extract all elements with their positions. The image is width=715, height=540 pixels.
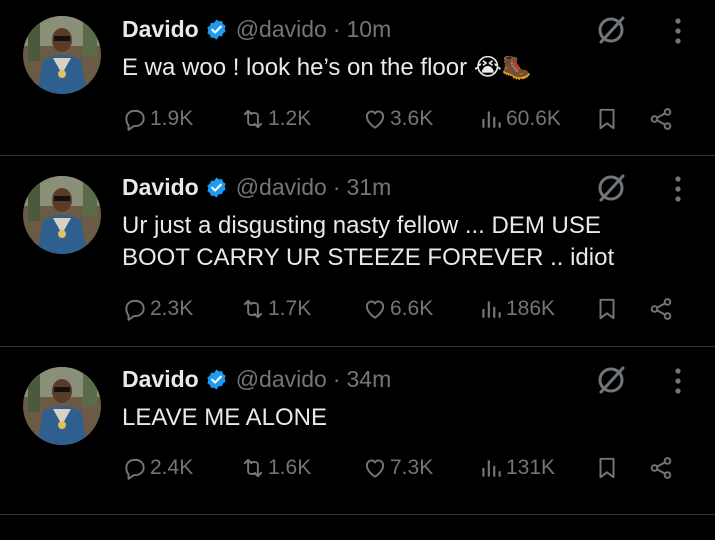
- retweet-button[interactable]: 1.2K: [240, 104, 311, 134]
- retweet-count: 1.7K: [268, 297, 312, 320]
- reply-icon: [125, 109, 145, 131]
- like-count: 3.6K: [390, 107, 434, 130]
- more-icon[interactable]: [668, 16, 688, 46]
- avatar[interactable]: [23, 176, 101, 254]
- separator-dot: ·: [332, 15, 341, 42]
- bookmark-button[interactable]: [594, 104, 620, 134]
- handle[interactable]: @davido: [236, 174, 327, 201]
- grok-icon[interactable]: [595, 364, 627, 396]
- more-icon[interactable]: [668, 174, 688, 204]
- retweet-button[interactable]: 1.6K: [240, 453, 311, 483]
- tweet[interactable]: Davido @davido · 10m E wa woo ! look he’…: [0, 0, 715, 155]
- like-count: 6.6K: [390, 297, 434, 320]
- tweet-text: Ur just a disgusting nasty fellow ... DE…: [122, 212, 615, 271]
- reply-icon: [125, 299, 145, 321]
- retweet-count: 1.2K: [268, 107, 312, 130]
- share-icon: [650, 108, 672, 130]
- retweet-icon: [243, 299, 263, 319]
- bookmark-icon: [599, 108, 615, 130]
- views-icon: [482, 460, 501, 477]
- grok-icon[interactable]: [595, 14, 627, 46]
- views-icon: [482, 301, 501, 318]
- reply-count: 1.9K: [150, 107, 194, 130]
- like-button[interactable]: 3.6K: [362, 104, 433, 134]
- share-icon: [650, 457, 672, 479]
- views-button[interactable]: 131K: [478, 453, 555, 483]
- bookmark-button[interactable]: [594, 453, 620, 483]
- bookmark-icon: [599, 298, 615, 320]
- heart-icon: [365, 110, 385, 129]
- reply-count: 2.3K: [150, 297, 194, 320]
- display-name[interactable]: Davido: [122, 16, 199, 43]
- verified-badge-icon: [205, 176, 228, 199]
- views-icon: [482, 111, 501, 128]
- tweet[interactable]: Davido @davido · 34m LEAVE ME ALONE 2.4K…: [0, 347, 715, 514]
- share-icon: [650, 298, 672, 320]
- handle[interactable]: @davido: [236, 16, 327, 43]
- display-name[interactable]: Davido: [122, 174, 199, 201]
- separator-dot: ·: [332, 173, 341, 200]
- more-icon[interactable]: [668, 366, 688, 396]
- tweet-actions: 2.3K 1.7K 6.6K 186K: [122, 294, 682, 324]
- handle[interactable]: @davido: [236, 366, 327, 393]
- reply-icon: [125, 458, 145, 480]
- like-button[interactable]: 7.3K: [362, 453, 433, 483]
- separator-dot: ·: [332, 365, 341, 392]
- tweet-actions: 1.9K 1.2K 3.6K 60.6K: [122, 104, 682, 134]
- bookmark-icon: [599, 457, 615, 479]
- timestamp[interactable]: 31m: [346, 174, 391, 201]
- share-button[interactable]: [648, 104, 674, 134]
- retweet-icon: [243, 109, 263, 129]
- bookmark-button[interactable]: [594, 294, 620, 324]
- views-count: 60.6K: [506, 107, 561, 130]
- reply-count: 2.4K: [150, 456, 194, 479]
- like-count: 7.3K: [390, 456, 434, 479]
- tweet-text: E wa woo ! look he’s on the floor 😭🥾: [122, 54, 532, 81]
- retweet-icon: [243, 458, 263, 478]
- avatar[interactable]: [23, 367, 101, 445]
- tweet-header: Davido @davido · 31m: [122, 172, 391, 202]
- heart-icon: [365, 459, 385, 478]
- views-button[interactable]: 60.6K: [478, 104, 561, 134]
- reply-button[interactable]: 1.9K: [122, 104, 193, 134]
- display-name[interactable]: Davido: [122, 366, 199, 393]
- tweet-actions: 2.4K 1.6K 7.3K 131K: [122, 453, 682, 483]
- tweet-text: LEAVE ME ALONE: [122, 404, 327, 431]
- retweet-count: 1.6K: [268, 456, 312, 479]
- share-button[interactable]: [648, 453, 674, 483]
- tweet-header: Davido @davido · 34m: [122, 364, 391, 394]
- verified-badge-icon: [205, 18, 228, 41]
- like-button[interactable]: 6.6K: [362, 294, 433, 324]
- share-button[interactable]: [648, 294, 674, 324]
- tweet[interactable]: Davido @davido · 31m Ur just a disgustin…: [0, 156, 715, 346]
- heart-icon: [365, 300, 385, 319]
- views-button[interactable]: 186K: [478, 294, 555, 324]
- timestamp[interactable]: 10m: [346, 16, 391, 43]
- verified-badge-icon: [205, 368, 228, 391]
- reply-button[interactable]: 2.4K: [122, 453, 193, 483]
- divider: [0, 514, 715, 515]
- views-count: 186K: [506, 297, 556, 320]
- retweet-button[interactable]: 1.7K: [240, 294, 311, 324]
- avatar[interactable]: [23, 16, 101, 94]
- tweet-header: Davido @davido · 10m: [122, 14, 391, 44]
- timestamp[interactable]: 34m: [346, 366, 391, 393]
- reply-button[interactable]: 2.3K: [122, 294, 193, 324]
- grok-icon[interactable]: [595, 172, 627, 204]
- views-count: 131K: [506, 456, 556, 479]
